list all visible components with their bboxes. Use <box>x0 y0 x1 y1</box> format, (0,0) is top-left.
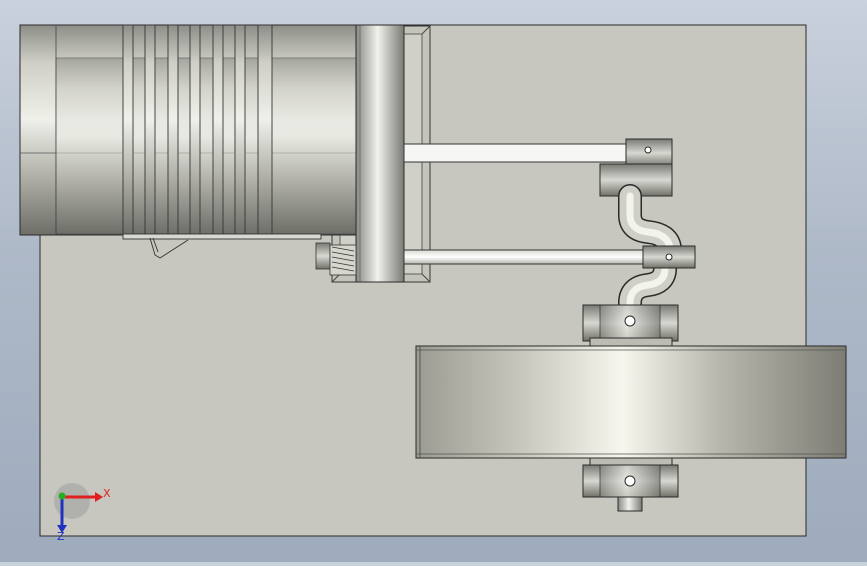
flywheel[interactable] <box>415 345 847 459</box>
triad-origin-shade <box>54 483 90 519</box>
x-axis-label: X <box>103 487 111 500</box>
flange-disk[interactable] <box>355 24 405 283</box>
upper-rod[interactable] <box>403 143 627 163</box>
lower-connector[interactable] <box>642 245 696 269</box>
lower-rod[interactable] <box>403 249 645 265</box>
cad-viewport[interactable]: X Z <box>0 0 867 562</box>
y-axis-dot <box>58 492 66 500</box>
top-hub[interactable] <box>582 304 679 347</box>
model-drawing[interactable] <box>0 0 867 562</box>
z-axis-label: Z <box>57 530 65 543</box>
